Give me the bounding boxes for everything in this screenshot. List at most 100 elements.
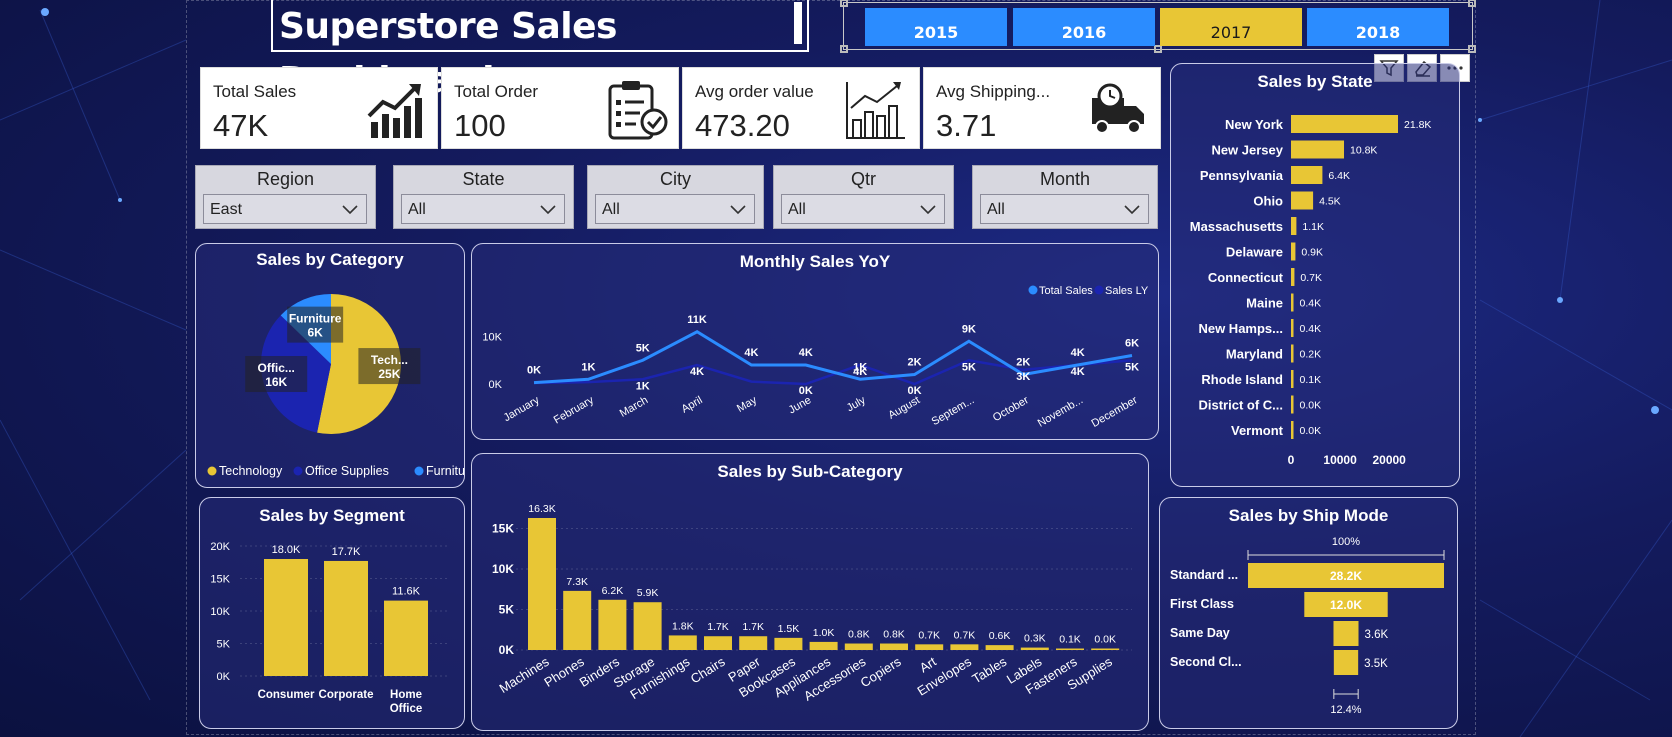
state-bar bbox=[1291, 370, 1294, 388]
data-label: 0.3K bbox=[1024, 633, 1046, 645]
year-button-2016[interactable]: 2016 bbox=[1013, 8, 1155, 46]
x-tick-label: April bbox=[680, 394, 705, 415]
data-label: 0.1K bbox=[1300, 374, 1322, 386]
resize-handle[interactable] bbox=[1154, 45, 1162, 53]
subcategory-bar bbox=[704, 636, 732, 650]
clipboard-check-icon bbox=[608, 81, 668, 140]
pie-label-value: 16K bbox=[265, 375, 287, 389]
data-label: 6.2K bbox=[602, 585, 624, 597]
kpi-value: 3.71 bbox=[936, 108, 997, 143]
subcategory-bar bbox=[1091, 648, 1120, 650]
subcategory-bar bbox=[774, 637, 803, 650]
data-label: 0.0K bbox=[1300, 400, 1322, 412]
legend-label: Furniture bbox=[426, 464, 464, 478]
x-tick-label: Septem... bbox=[930, 394, 977, 428]
qtr-slicer: Qtr All bbox=[773, 165, 954, 229]
pie-label-name: Furniture bbox=[289, 312, 342, 326]
chevron-down-icon bbox=[1124, 205, 1140, 215]
year-button-2017[interactable]: 2017 bbox=[1160, 8, 1302, 46]
legend-marker bbox=[1028, 285, 1038, 295]
data-label: 9K bbox=[962, 323, 976, 335]
data-label: 1.8K bbox=[672, 620, 694, 632]
x-tick-label: February bbox=[552, 394, 597, 427]
data-label: 2K bbox=[908, 357, 922, 369]
resize-handle[interactable] bbox=[840, 0, 848, 7]
dropdown-value: All bbox=[408, 201, 426, 218]
year-button-2015[interactable]: 2015 bbox=[865, 8, 1007, 46]
segment-bar bbox=[264, 559, 308, 676]
data-label: 0.2K bbox=[1300, 349, 1322, 361]
state-bar-chart: New York 21.8K New Jersey 10.8K Pennsylvania… bbox=[1190, 115, 1431, 467]
subcategory-bar bbox=[985, 645, 1014, 650]
state-bar bbox=[1291, 217, 1297, 235]
subcategory-bar bbox=[950, 644, 979, 650]
x-tick-label: March bbox=[618, 394, 650, 420]
slicer-title: State bbox=[462, 169, 505, 189]
x-tick-label: October bbox=[991, 394, 1031, 424]
city-dropdown[interactable]: All bbox=[595, 194, 755, 224]
state-bar bbox=[1291, 191, 1314, 210]
category-pie-panel[interactable]: Sales by Category Tech... 25K Offic... 16K F… bbox=[195, 243, 465, 488]
data-label: 6K bbox=[1125, 338, 1139, 350]
state-label: District of C... bbox=[1198, 398, 1283, 413]
qtr-dropdown[interactable]: All bbox=[781, 194, 945, 224]
kpi-value: 100 bbox=[454, 108, 506, 143]
slicer-title: City bbox=[660, 169, 691, 189]
legend-marker bbox=[207, 466, 217, 476]
kpi-label: Avg Shipping... bbox=[936, 82, 1051, 101]
legend-label: Office Supplies bbox=[305, 464, 389, 478]
segment-bar-panel[interactable]: Sales by Segment 0K 5K 10K 15K 20K 18.0K 17.7K… bbox=[199, 497, 465, 729]
monthly-line-panel[interactable]: Monthly Sales YoY 0K 10K Total Sales Sales … bbox=[471, 243, 1159, 440]
resize-handle[interactable] bbox=[1468, 45, 1476, 53]
chevron-down-icon bbox=[730, 205, 746, 215]
state-label: New York bbox=[1225, 117, 1284, 132]
resize-handle[interactable] bbox=[1468, 0, 1476, 7]
x-tick-label: 0 bbox=[1288, 453, 1295, 467]
kpi-card-avg-order-value[interactable]: Avg order value 473.20 bbox=[682, 67, 920, 149]
data-label: 1.5K bbox=[778, 623, 800, 635]
region-dropdown[interactable]: East bbox=[203, 194, 367, 224]
x-tick-label: August bbox=[886, 394, 922, 422]
legend-label: Total Sales bbox=[1039, 285, 1093, 297]
kpi-label: Total Sales bbox=[213, 82, 297, 101]
month-dropdown[interactable]: All bbox=[980, 194, 1149, 224]
data-label: 0.1K bbox=[1059, 634, 1081, 646]
kpi-card-total-order[interactable]: Total Order 100 bbox=[441, 67, 679, 149]
data-label: 5K bbox=[1125, 361, 1139, 373]
x-tick-label: Novemb... bbox=[1036, 394, 1085, 429]
data-label: 0.9K bbox=[1301, 247, 1323, 259]
data-label: 5.9K bbox=[637, 587, 659, 599]
kpi-card-total-sales[interactable]: Total Sales 47K bbox=[200, 67, 438, 149]
subcategory-bar bbox=[915, 644, 944, 650]
subcategory-bar bbox=[844, 643, 873, 650]
state-label: Connecticut bbox=[1208, 270, 1284, 285]
data-label: 1.0K bbox=[813, 627, 835, 639]
state-bar bbox=[1291, 293, 1294, 312]
y-tick-label: 15K bbox=[210, 574, 230, 586]
resize-handle[interactable] bbox=[840, 45, 848, 53]
data-label: 1.7K bbox=[742, 621, 764, 633]
subcategory-bar bbox=[633, 602, 662, 650]
segment-bar bbox=[324, 560, 368, 676]
state-label: Maine bbox=[1246, 296, 1283, 311]
data-label: 4K bbox=[690, 366, 704, 378]
x-tick-label: July bbox=[845, 394, 868, 414]
y-tick-label: 15K bbox=[492, 522, 514, 536]
year-button-2018[interactable]: 2018 bbox=[1307, 8, 1449, 46]
chevron-down-icon bbox=[342, 205, 358, 215]
funnel-bottom-label: 12.4% bbox=[1330, 704, 1361, 716]
data-label: 28.2K bbox=[1330, 569, 1362, 583]
data-label: 4K bbox=[853, 366, 867, 378]
shipmode-funnel-panel[interactable]: Sales by Ship Mode 100% Standard ... 28.2K… bbox=[1159, 497, 1458, 729]
funnel-category-label: First Class bbox=[1170, 597, 1234, 611]
kpi-card-avg-shipping[interactable]: Avg Shipping... 3.71 bbox=[923, 67, 1161, 149]
legend-marker bbox=[293, 466, 303, 476]
subcategory-bar-panel[interactable]: Sales by Sub-Category 0K 5K 10K 15K 16.3K Mac… bbox=[471, 453, 1149, 731]
slicer-title: Qtr bbox=[851, 169, 876, 189]
data-label: 0.6K bbox=[989, 630, 1011, 642]
state-bar-panel[interactable]: Sales by State New York 21.8K New Jersey 10… bbox=[1170, 63, 1460, 487]
x-tick-label: Consumer bbox=[258, 689, 315, 701]
data-label: 0K bbox=[527, 365, 541, 377]
state-dropdown[interactable]: All bbox=[401, 194, 565, 224]
data-label: 1K bbox=[581, 361, 595, 373]
